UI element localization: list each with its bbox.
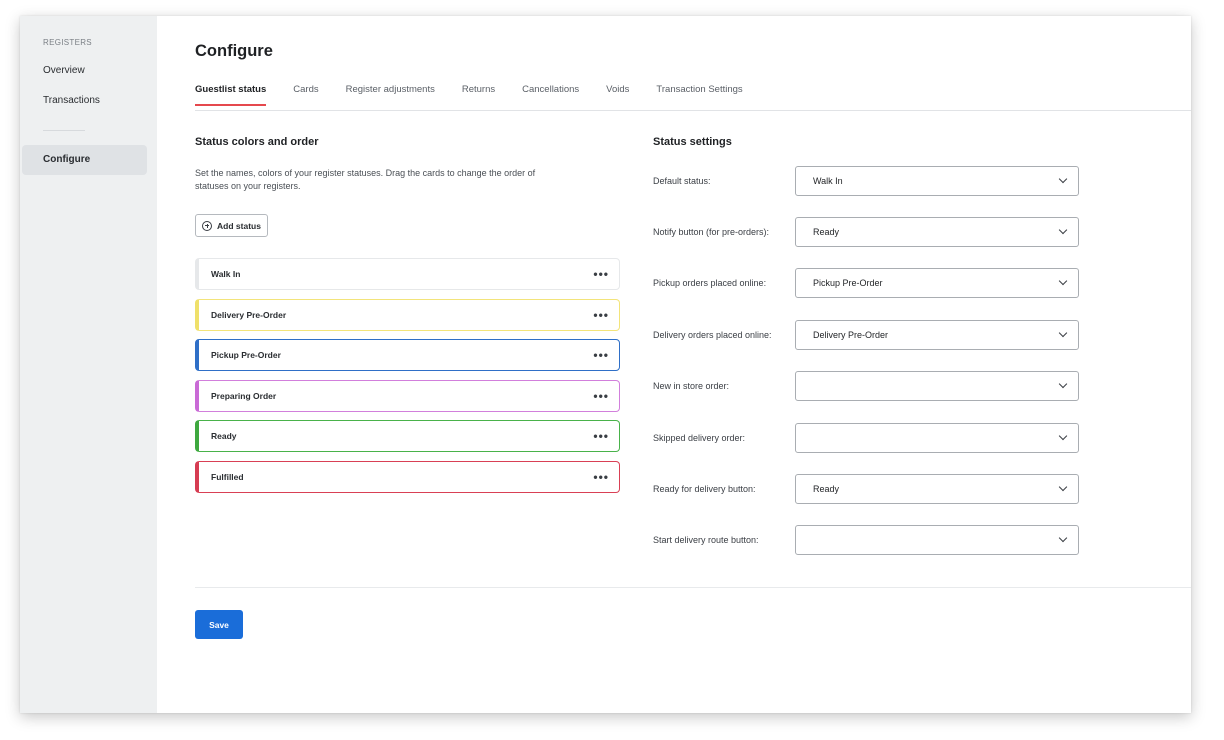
chevron-down-icon	[1058, 379, 1068, 389]
status-card-delivery-pre-order[interactable]: Delivery Pre-Order •••	[195, 298, 620, 331]
select-value: Ready	[813, 227, 840, 237]
sidebar-divider	[43, 130, 85, 131]
select-value: Walk In	[813, 176, 843, 186]
setting-label: Start delivery route button:	[653, 534, 759, 545]
sidebar-heading: REGISTERS	[43, 38, 92, 47]
more-options-icon[interactable]: •••	[593, 309, 609, 321]
tab-returns[interactable]: Returns	[462, 84, 495, 106]
status-colors-description: Set the names, colors of your register s…	[195, 168, 536, 191]
status-card-label: Ready	[211, 431, 237, 441]
setting-ready-for-delivery: Ready for delivery button: Ready	[653, 474, 1079, 504]
setting-pickup-online: Pickup orders placed online: Pickup Pre-…	[653, 268, 1079, 298]
tab-cards[interactable]: Cards	[293, 84, 318, 106]
status-card-label: Pickup Pre-Order	[211, 350, 281, 360]
setting-label: Default status:	[653, 175, 711, 186]
sidebar: REGISTERS Overview Transactions Configur…	[20, 16, 157, 713]
status-card-fulfilled[interactable]: Fulfilled •••	[195, 460, 620, 493]
start-delivery-route-select[interactable]	[795, 525, 1079, 555]
setting-default-status: Default status: Walk In	[653, 166, 1079, 196]
page-title: Configure	[195, 42, 273, 60]
status-card-ready[interactable]: Ready •••	[195, 420, 620, 452]
status-card-label: Fulfilled	[211, 471, 244, 482]
save-button[interactable]: Save	[195, 610, 243, 639]
add-status-button[interactable]: Add status	[195, 214, 268, 237]
setting-new-in-store: New in store order:	[653, 371, 1079, 401]
sidebar-item-transactions[interactable]: Transactions	[43, 95, 100, 106]
setting-label: Ready for delivery button:	[653, 483, 756, 494]
status-colors-title: Status colors and order	[195, 136, 319, 148]
tab-voids[interactable]: Voids	[606, 84, 629, 106]
setting-start-delivery-route: Start delivery route button:	[653, 525, 1079, 555]
more-options-icon[interactable]: •••	[593, 349, 609, 361]
app-window: REGISTERS Overview Transactions Configur…	[20, 16, 1191, 713]
more-options-icon[interactable]: •••	[593, 390, 609, 402]
select-value: Pickup Pre-Order	[813, 278, 883, 288]
status-card-preparing-order[interactable]: Preparing Order •••	[195, 379, 620, 412]
status-card-label: Delivery Pre-Order	[211, 309, 287, 320]
new-in-store-select[interactable]	[795, 371, 1079, 401]
default-status-select[interactable]: Walk In	[795, 166, 1079, 196]
status-card-pickup-pre-order[interactable]: Pickup Pre-Order •••	[195, 339, 620, 371]
pickup-online-select[interactable]: Pickup Pre-Order	[795, 268, 1079, 298]
setting-label: Skipped delivery order:	[653, 432, 746, 443]
main-content: Configure Guestlist status Cards Registe…	[157, 16, 1191, 713]
chevron-down-icon	[1058, 328, 1068, 338]
more-options-icon[interactable]: •••	[593, 471, 609, 483]
select-value: Ready	[813, 484, 840, 494]
status-list: Walk In ••• Delivery Pre-Order ••• Picku…	[195, 258, 620, 501]
chevron-down-icon	[1058, 482, 1068, 492]
more-options-icon[interactable]: •••	[593, 430, 609, 442]
sidebar-item-configure[interactable]: Configure	[22, 145, 147, 175]
tabs-divider	[195, 110, 1191, 111]
tab-transaction-settings[interactable]: Transaction Settings	[656, 84, 742, 106]
status-card-label: Preparing Order	[211, 390, 277, 401]
sidebar-item-overview[interactable]: Overview	[43, 65, 85, 76]
footer-divider	[195, 587, 1191, 588]
chevron-down-icon	[1058, 431, 1068, 441]
chevron-down-icon	[1058, 533, 1068, 543]
setting-label: New in store order:	[653, 380, 730, 391]
status-settings-title: Status settings	[653, 136, 732, 148]
chevron-down-icon	[1058, 174, 1068, 184]
setting-notify-button: Notify button (for pre-orders): Ready	[653, 217, 1079, 247]
delivery-online-select[interactable]: Delivery Pre-Order	[795, 320, 1079, 350]
add-status-label: Add status	[217, 220, 261, 231]
tab-guestlist-status[interactable]: Guestlist status	[195, 84, 267, 106]
plus-circle-icon	[202, 220, 213, 231]
tab-cancellations[interactable]: Cancellations	[522, 84, 579, 106]
select-value: Delivery Pre-Order	[813, 330, 889, 340]
chevron-down-icon	[1058, 276, 1068, 286]
more-options-icon[interactable]: •••	[593, 268, 609, 280]
setting-label: Pickup orders placed online:	[653, 277, 767, 288]
skipped-delivery-select[interactable]	[795, 423, 1079, 453]
chevron-down-icon	[1058, 225, 1068, 235]
ready-for-delivery-select[interactable]: Ready	[795, 474, 1079, 504]
status-card-label: Walk In	[211, 269, 241, 279]
setting-delivery-online: Delivery orders placed online: Delivery …	[653, 320, 1079, 350]
setting-label: Notify button (for pre-orders):	[653, 226, 770, 237]
tab-bar: Guestlist status Cards Register adjustme…	[195, 84, 770, 106]
setting-label: Delivery orders placed online:	[653, 329, 772, 340]
tab-register-adjustments[interactable]: Register adjustments	[346, 84, 435, 106]
status-card-walk-in[interactable]: Walk In •••	[195, 258, 620, 290]
setting-skipped-delivery: Skipped delivery order:	[653, 423, 1079, 453]
notify-button-select[interactable]: Ready	[795, 217, 1079, 247]
